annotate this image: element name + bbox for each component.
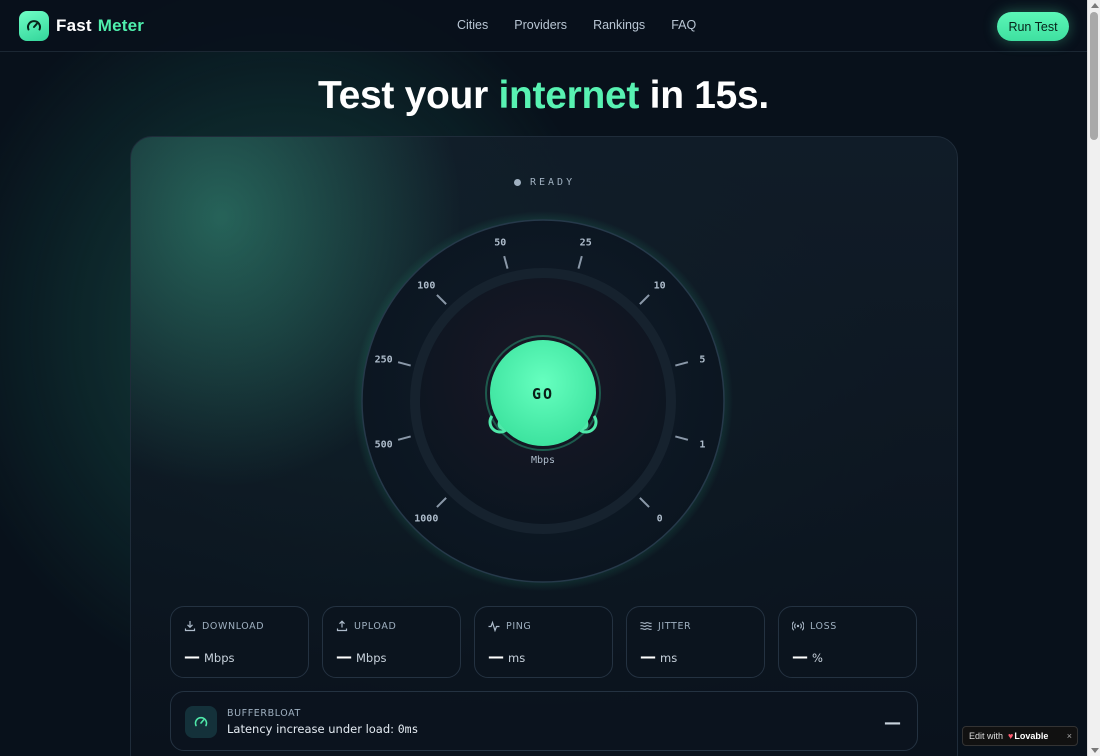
stat-unit: ms [508,651,526,665]
stat-value: — [336,647,352,666]
edit-with-lovable-badge[interactable]: Edit with ♥ Lovable × [962,726,1078,746]
nav-link-providers[interactable]: Providers [514,18,567,32]
scrollbar-thumb[interactable] [1090,12,1098,140]
stat-upload: UPLOAD — Mbps [322,606,461,678]
stat-label: PING [506,620,532,632]
go-button-label[interactable]: GO [532,385,554,403]
stat-unit: ms [660,651,678,665]
bufferbloat-value: 0ms [397,722,419,736]
gauge-tick-label: 10 [654,280,666,291]
stat-unit: Mbps [356,651,387,665]
nav-link-cities[interactable]: Cities [457,18,488,32]
logo[interactable]: Fast Meter [19,11,144,41]
status-indicator: READY [514,177,575,188]
gauge-icon [185,706,217,738]
scroll-up-icon[interactable] [1091,3,1099,8]
stat-unit: Mbps [204,651,235,665]
nav-links: Cities Providers Rankings FAQ [457,18,696,32]
stat-value: — [184,647,200,666]
stat-unit: % [812,651,823,665]
vertical-scrollbar[interactable] [1087,0,1100,756]
nav-link-faq[interactable]: FAQ [671,18,696,32]
stat-label: UPLOAD [354,620,397,632]
gauge-tick-label: 5 [699,354,705,365]
stat-ping: PING — ms [474,606,613,678]
run-test-button[interactable]: Run Test [997,12,1069,41]
page-title: Test your internet in 15s. [0,74,1087,118]
stat-value: — [640,647,656,666]
upload-icon [336,620,348,632]
signal-icon [792,621,804,631]
gauge-logo-icon [19,11,49,41]
headline-part2: in 15s. [649,74,770,117]
download-icon [184,621,196,632]
headline-accent: internet [498,74,640,117]
close-icon[interactable]: × [1067,731,1072,741]
bufferbloat-result: — [884,713,901,733]
gauge-tick-label: 1 [699,440,705,451]
stat-loss: LOSS — % [778,606,917,678]
bufferbloat-subtitle: Latency increase under load: 0ms [227,722,418,736]
logo-word-meter: Meter [97,16,145,35]
scroll-down-icon[interactable] [1091,748,1099,753]
edit-badge-prefix: Edit with [969,731,1004,741]
gauge-tick-label: 1000 [414,514,438,525]
gauge-tick-label: 50 [494,238,506,249]
bufferbloat-title: BUFFERBLOAT [227,708,301,719]
wave-icon [640,622,652,630]
activity-icon [488,620,500,632]
gauge-tick-label: 0 [657,514,663,525]
status-text: READY [530,177,576,188]
stat-value: — [792,647,808,666]
gauge-tick-label: 25 [580,238,592,249]
gauge-tick-label: 100 [417,280,435,291]
nav-link-rankings[interactable]: Rankings [593,18,645,32]
bufferbloat-subtitle-text: Latency increase under load: [227,722,398,736]
gauge-tick-label: 500 [375,440,393,451]
heart-icon: ♥ [1008,731,1014,741]
edit-badge-brand: Lovable [1014,731,1049,741]
logo-text: Fast Meter [56,16,144,36]
gauge-tick-label: 250 [375,354,393,365]
stat-download: DOWNLOAD — Mbps [170,606,309,678]
top-nav: Fast Meter Cities Providers Rankings FAQ … [0,0,1087,52]
speed-gauge: 0 1 5 10 25 50 100 250 500 1000 GO Mbps [353,211,733,591]
logo-word-fast: Fast [56,16,92,35]
stat-value: — [488,647,504,666]
bufferbloat-card: BUFFERBLOAT Latency increase under load:… [170,691,918,751]
stat-label: LOSS [810,620,837,632]
status-dot-icon [514,179,521,186]
stat-jitter: JITTER — ms [626,606,765,678]
stat-label: JITTER [658,620,692,632]
stat-label: DOWNLOAD [202,620,265,632]
gauge-unit: Mbps [531,455,555,466]
headline-part1: Test your [318,74,488,117]
